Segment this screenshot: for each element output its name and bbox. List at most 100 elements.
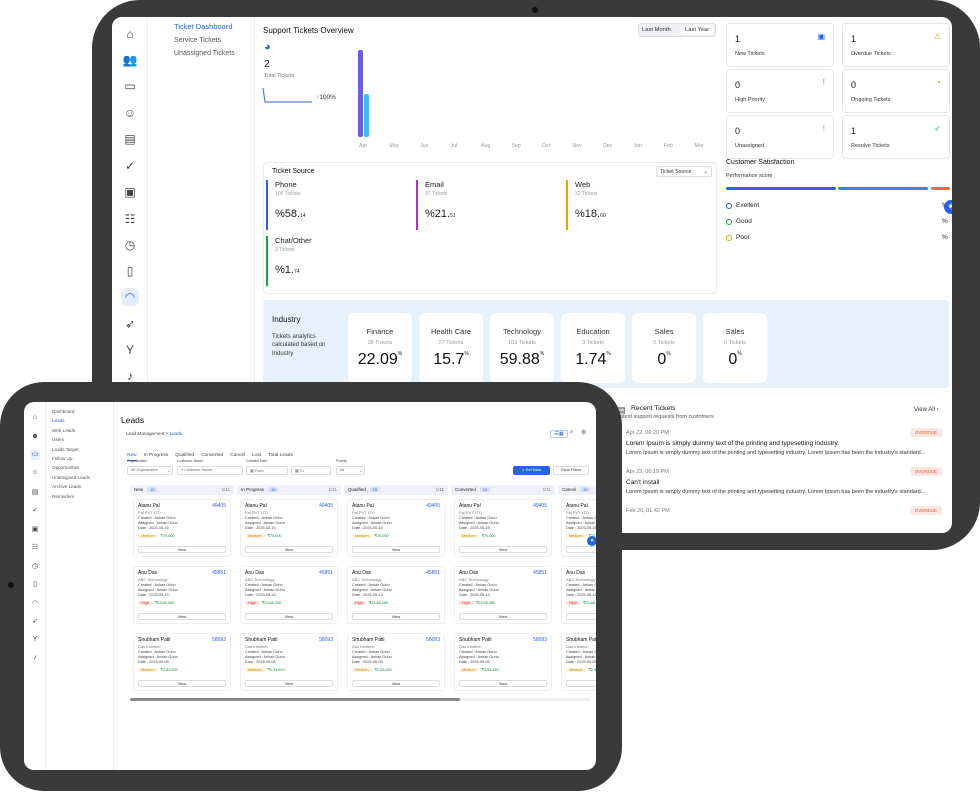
subnav-unassigned-tickets[interactable]: Unassigned Tickets	[174, 50, 254, 57]
view-button[interactable]: View	[352, 546, 440, 553]
headset-icon[interactable]: ◠	[30, 599, 40, 609]
gear-icon[interactable]: ⚙	[581, 429, 586, 436]
clear-filters-button[interactable]: Clear Filters	[553, 466, 589, 475]
view-button[interactable]: View	[459, 680, 547, 687]
money-icon[interactable]: ▭	[30, 450, 40, 460]
lead-id[interactable]: 45851	[426, 570, 440, 576]
check-circle-icon[interactable]: ✓	[121, 157, 139, 175]
lead-id[interactable]: 49405	[319, 503, 333, 509]
lead-card[interactable]: Anu Das45851ABC TechnologyCreated : Anka…	[133, 566, 231, 624]
organization-select[interactable]: All Organization ⌄	[127, 466, 173, 475]
subnav-item[interactable]: Leads	[52, 418, 113, 427]
view-button[interactable]: View	[352, 613, 440, 620]
branch-icon[interactable]: Y	[30, 636, 40, 646]
lead-card[interactable]: Anu Das45851ABC TechnologyCreated : Anka…	[240, 566, 338, 624]
bell-icon[interactable]: ♪	[30, 654, 40, 664]
settings-fab-icon[interactable]: ✷	[944, 200, 952, 214]
scrollbar-thumb[interactable]	[130, 698, 460, 701]
view-button[interactable]: View	[138, 613, 226, 620]
home-icon[interactable]: ⌂	[121, 25, 139, 43]
lead-card[interactable]: Shubham Patil58093Das InfotechCreated : …	[347, 633, 445, 691]
document-icon[interactable]: ▯	[30, 580, 40, 590]
view-button[interactable]: View	[245, 546, 333, 553]
view-button[interactable]: View	[566, 680, 596, 687]
date-to-input[interactable]: ▦ To	[291, 466, 331, 475]
ticket-source-select[interactable]: Ticket Source ⌄	[656, 166, 712, 177]
subnav-service-tickets[interactable]: Service Tickets	[174, 37, 254, 44]
rocket-icon[interactable]: ➶	[30, 617, 40, 627]
clipboard-icon[interactable]: ☷	[30, 543, 40, 553]
lead-id[interactable]: 49405	[426, 503, 440, 509]
breadcrumb-lead-management[interactable]: Lead Management	[126, 431, 164, 436]
date-from-input[interactable]: ▦ From	[246, 466, 288, 475]
lead-id[interactable]: 58093	[533, 637, 547, 643]
view-button[interactable]: View	[138, 546, 226, 553]
subnav-item[interactable]: Dashboard	[52, 409, 113, 418]
view-button[interactable]: View	[566, 546, 596, 553]
subnav-item[interactable]: Users	[52, 437, 113, 446]
lead-card[interactable]: Shubham Patil58093Das InfotechCreated : …	[240, 633, 338, 691]
lead-id[interactable]: 49405	[212, 503, 226, 509]
view-button[interactable]: View	[459, 613, 547, 620]
money-icon[interactable]: ▭	[121, 77, 139, 95]
tab-last-month[interactable]: Last Month	[642, 27, 671, 33]
gift-icon[interactable]: ▣	[121, 183, 139, 201]
lead-card[interactable]: Atanu Pal49405Pal PVT LTDCreated : Ankan…	[347, 499, 445, 557]
users-icon[interactable]: ☻	[30, 433, 40, 443]
ticket-item[interactable]: Apr 22, 06:20 PM Lorem Ipsum is simply du…	[626, 428, 942, 456]
view-button[interactable]: View	[352, 680, 440, 687]
view-button[interactable]: View	[138, 680, 226, 687]
subnav-item[interactable]: Unassigned Leads	[52, 475, 113, 484]
home-icon[interactable]: ⌂	[30, 414, 40, 424]
lead-card[interactable]: Shubham Patil58093Das InfotechCreated : …	[561, 633, 596, 691]
clock-icon[interactable]: ◷	[121, 236, 139, 254]
lead-id[interactable]: 58093	[426, 637, 440, 643]
view-button[interactable]: View	[245, 613, 333, 620]
lead-id[interactable]: 45851	[212, 570, 226, 576]
lead-card[interactable]: Anu Das45851ABC TechnologyCreated : Anka…	[347, 566, 445, 624]
users-icon[interactable]: 👥	[121, 51, 139, 69]
lead-card[interactable]: Shubham Patil58093Das InfotechCreated : …	[454, 633, 552, 691]
chart-icon[interactable]: ▤	[121, 130, 139, 148]
lead-card[interactable]: Anu Das45851ABC TechnologyCreated : Anka…	[561, 566, 596, 624]
chart-icon[interactable]: ▤	[30, 488, 40, 498]
subnav-ticket-dashboard[interactable]: Ticket Dashboard	[174, 22, 254, 31]
breadcrumb-leads[interactable]: Leads	[170, 431, 183, 436]
tab-lead-status[interactable]: Total Leads	[268, 453, 293, 460]
lead-id[interactable]: 58093	[212, 637, 226, 643]
lead-id[interactable]: 49405	[533, 503, 547, 509]
search-icon[interactable]: ⌕	[570, 429, 573, 436]
customer-name-input[interactable]: ⌕ Customer Name	[177, 466, 243, 475]
get-data-button[interactable]: ⌕ Get Data	[513, 466, 550, 475]
subnav-item[interactable]: Archive Leads	[52, 484, 113, 493]
view-button[interactable]: View	[566, 613, 596, 620]
lead-card[interactable]: Atanu Pal49405Pal PVT LTDCreated : Ankan…	[133, 499, 231, 557]
tab-lead-status[interactable]: Converted	[201, 453, 223, 460]
lead-id[interactable]: 58093	[319, 637, 333, 643]
ticket-item[interactable]: Apr 22, 06:19 PM Can't install Lorem Ipsum…	[626, 467, 942, 495]
check-circle-icon[interactable]: ✓	[30, 506, 40, 516]
horizontal-scrollbar[interactable]	[130, 698, 590, 701]
branch-icon[interactable]: Y	[121, 341, 139, 359]
subnav-item[interactable]: Leads Target	[52, 447, 113, 456]
document-icon[interactable]: ▯	[121, 262, 139, 280]
ticket-item[interactable]: Feb 20, 01:42 PM OVERDUE	[626, 506, 942, 515]
tab-lead-status[interactable]: Cancel	[230, 453, 245, 460]
subnav-item[interactable]: Web Leads	[52, 428, 113, 437]
lead-card[interactable]: Anu Das45851ABC TechnologyCreated : Anka…	[454, 566, 552, 624]
view-toggle-list-board-icon[interactable]: ☰▦	[550, 430, 568, 438]
lead-card[interactable]: Shubham Patil58093Das InfotechCreated : …	[133, 633, 231, 691]
lead-card[interactable]: Atanu Pal49405Pal PVT LTDCreated : Ankan…	[561, 499, 596, 557]
subnav-item[interactable]: Follow Up	[52, 456, 113, 465]
subnav-item[interactable]: Reminders	[52, 494, 113, 503]
view-all-link[interactable]: View All ›	[914, 407, 939, 413]
settings-fab-icon[interactable]: ✷	[587, 536, 596, 546]
person-chat-icon[interactable]: ☺	[30, 469, 40, 479]
headset-icon[interactable]: ◠	[121, 288, 139, 306]
lead-id[interactable]: 45851	[319, 570, 333, 576]
lead-card[interactable]: Atanu Pal49405Pal PVT LTDCreated : Ankan…	[454, 499, 552, 557]
person-chat-icon[interactable]: ☺	[121, 104, 139, 122]
subnav-item[interactable]: Opportunities	[52, 465, 113, 474]
rocket-icon[interactable]: ➶	[121, 315, 139, 333]
lead-card[interactable]: Atanu Pal49405Pal PVT LTDCreated : Ankan…	[240, 499, 338, 557]
